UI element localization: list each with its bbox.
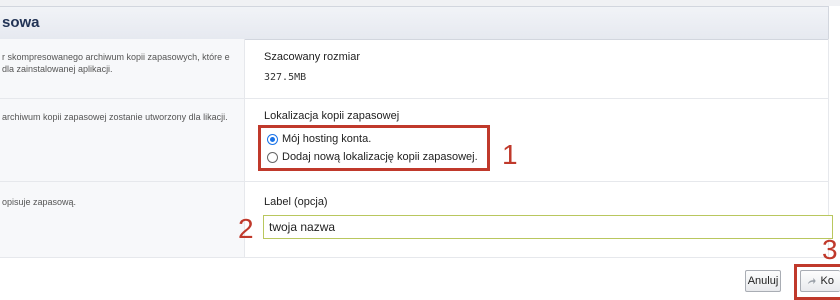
panel-title: sowa (2, 14, 40, 31)
row-backup-location: archiwum kopii zapasowej zostanie utworz… (0, 99, 829, 182)
row-description-cell: r skompresowanego archiwum kopii zapasow… (0, 39, 245, 98)
backup-button[interactable]: Ko (800, 270, 840, 292)
row-description: archiwum kopii zapasowej zostanie utworz… (2, 112, 228, 122)
share-arrow-icon (807, 277, 816, 285)
radio-option-label: Mój hosting konta. (282, 133, 372, 145)
radio-button[interactable] (267, 151, 278, 163)
estimated-size-label: Szacowany rozmiar (264, 51, 360, 63)
backup-location-options-highlight: Mój hosting konta. Dodaj nową lokalizacj… (258, 125, 490, 171)
estimated-size-value: 327.5MB (264, 72, 307, 83)
backup-location-label: Lokalizacja kopii zapasowej (264, 110, 400, 122)
radio-button-checked[interactable] (267, 133, 278, 145)
row-label: opisuje zapasową. Label (opcja) 2 (0, 182, 833, 258)
cancel-button[interactable]: Anuluj (745, 270, 781, 292)
label-optional-label: Label (opcja) (264, 196, 328, 208)
radio-option-add-location[interactable]: Dodaj nową lokalizację kopii zapasowej. (267, 151, 478, 163)
step-number-2: 2 (238, 213, 254, 244)
row-description-cell: opisuje zapasową. (0, 182, 245, 257)
backup-label-input[interactable] (263, 215, 833, 239)
panel-header: sowa (0, 6, 829, 40)
radio-option-my-hosting[interactable]: Mój hosting konta. (267, 133, 371, 145)
row-description-cell: archiwum kopii zapasowej zostanie utworz… (0, 99, 245, 181)
row-estimated-size: r skompresowanego archiwum kopii zapasow… (0, 39, 829, 99)
backup-button-label: Ko (820, 275, 834, 287)
radio-option-label: Dodaj nową lokalizację kopii zapasowej. (282, 151, 478, 163)
step-number-3: 3 (822, 234, 838, 265)
row-description: r skompresowanego archiwum kopii zapasow… (2, 52, 230, 74)
step-number-1: 1 (502, 139, 518, 170)
row-description: opisuje zapasową. (2, 197, 77, 207)
